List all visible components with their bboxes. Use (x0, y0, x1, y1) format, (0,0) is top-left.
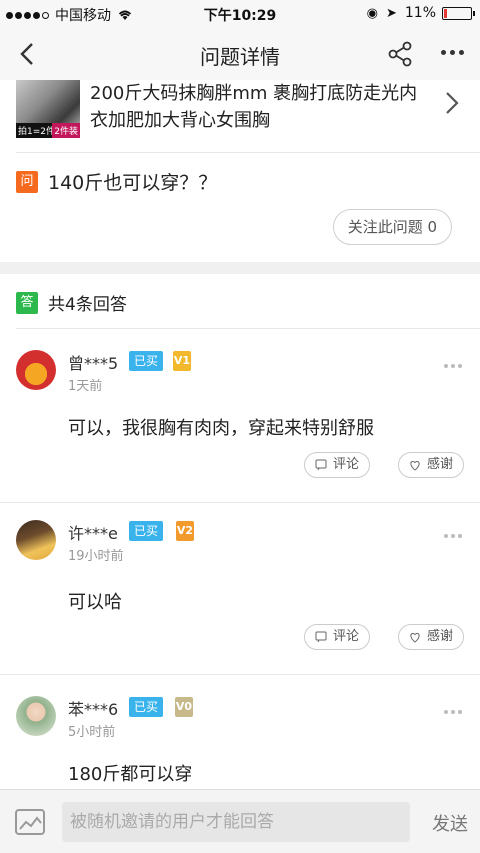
battery-percent: 11% (404, 5, 436, 21)
answer-text: 可以哈 (68, 592, 122, 613)
thanks-label: 感谢 (427, 629, 454, 644)
battery-fill (444, 8, 447, 18)
comment-icon (315, 459, 327, 471)
comment-button[interactable]: 评论 (304, 624, 371, 650)
more-options-icon[interactable] (441, 364, 462, 368)
question-badge: 问 (16, 170, 38, 193)
avatar[interactable] (16, 350, 56, 390)
product-card[interactable]: 拍1=2件 2件装 200斤大码抹胸胖mm 裹胸打底防走光内衣加肥加大背心女围胸 (0, 80, 480, 152)
thumb-tag-right: 2件装 (52, 123, 80, 138)
comment-icon (315, 631, 327, 643)
answer-username: 曾***5 (68, 354, 119, 373)
answer-input[interactable] (62, 802, 410, 842)
lock-rotation-icon: ◉ (366, 5, 378, 21)
avatar[interactable] (16, 696, 56, 736)
answer-username: 许***e (68, 524, 118, 543)
image-upload-icon[interactable] (14, 808, 46, 836)
answer-text: 180斤都可以穿 (68, 764, 193, 785)
answer-badge: 答 (16, 291, 38, 314)
answer-item: 苯***6 已买 V0 5小时前 180斤都可以穿 (0, 696, 480, 792)
comment-label: 评论 (333, 457, 360, 472)
nav-bar: 问题详情 (0, 28, 480, 80)
bought-badge: 已买 (129, 521, 164, 541)
thanks-icon (410, 460, 420, 471)
follow-question-button[interactable]: 关注此问题 0 (332, 209, 452, 245)
comment-button[interactable]: 评论 (304, 452, 371, 478)
answer-time: 19小时前 (68, 549, 124, 564)
product-thumbnail: 拍1=2件 2件装 (16, 80, 80, 138)
chevron-right-icon (446, 92, 459, 114)
send-button[interactable]: 发送 (432, 810, 468, 836)
answer-time: 1天前 (68, 379, 103, 394)
question: 问 140斤也可以穿？？ (16, 168, 217, 195)
answer-count: 共4条回答 (48, 295, 127, 315)
level-badge: V2 (176, 521, 194, 541)
divider (0, 674, 480, 675)
more-options-icon[interactable] (441, 710, 462, 714)
bought-badge: 已买 (129, 697, 164, 717)
answer-username: 苯***6 (68, 700, 119, 719)
divider (16, 328, 480, 329)
thanks-label: 感谢 (427, 457, 454, 472)
answers-header: 答 共4条回答 (16, 290, 127, 315)
answer-input-bar: 发送 (0, 789, 480, 853)
divider (0, 502, 480, 503)
more-options-icon[interactable] (441, 534, 462, 538)
bought-badge: 已买 (129, 351, 164, 371)
question-text: 140斤也可以穿？？ (48, 172, 218, 194)
avatar[interactable] (16, 520, 56, 560)
product-title: 200斤大码抹胸胖mm 裹胸打底防走光内衣加肥加大背心女围胸 (90, 83, 418, 131)
thanks-button[interactable]: 感谢 (398, 624, 465, 650)
location-arrow-icon: ➤ (385, 5, 397, 21)
status-bar: 中国移动 下午10:29 ◉ ➤ 11% (0, 0, 480, 28)
level-badge: V0 (175, 697, 193, 717)
answer-item: 许***e 已买 V2 19小时前 可以哈 评论 感谢 (0, 520, 480, 660)
answer-item: 曾***5 已买 V1 1天前 可以，我很胸有肉肉，穿起来特别舒服 评论 感谢 (0, 350, 480, 490)
battery-icon (442, 6, 475, 20)
comment-label: 评论 (333, 629, 360, 644)
share-icon[interactable] (386, 40, 414, 68)
answer-time: 5小时前 (68, 725, 116, 740)
thanks-button[interactable]: 感谢 (398, 452, 465, 478)
thumb-tag-left: 拍1=2件 (16, 123, 57, 138)
answer-text: 可以，我很胸有肉肉，穿起来特别舒服 (68, 418, 374, 439)
divider (16, 152, 480, 153)
thanks-icon (410, 632, 420, 643)
section-gap (0, 262, 480, 274)
level-badge: V1 (173, 351, 191, 371)
more-options-icon[interactable] (437, 50, 464, 55)
